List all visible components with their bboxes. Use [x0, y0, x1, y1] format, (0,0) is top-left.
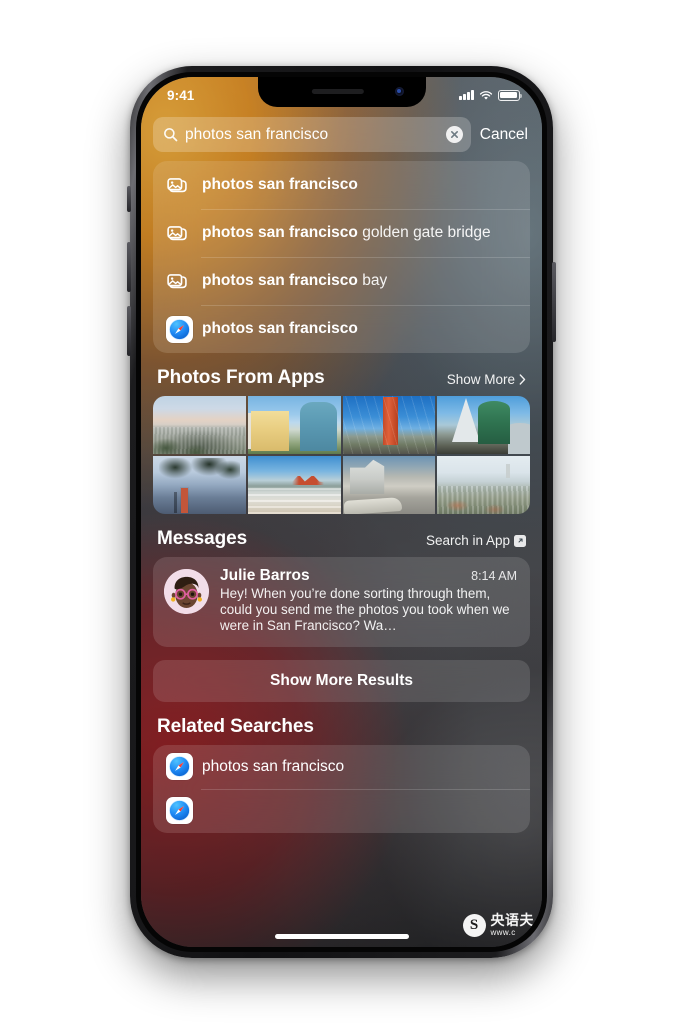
suggestion-label: photos san francisco	[202, 320, 358, 338]
avatar	[164, 569, 209, 614]
status-time: 9:41	[167, 87, 195, 103]
section-title: Photos From Apps	[157, 367, 325, 388]
related-searches-header: Related Searches	[151, 702, 532, 745]
message-header: Julie Barros 8:14 AM	[220, 567, 517, 585]
chevron-right-icon	[519, 374, 526, 385]
earpiece-speaker	[311, 89, 364, 94]
photo-thumbnail[interactable]	[247, 396, 341, 454]
section-title: Messages	[157, 528, 248, 549]
show-more-label: Show More	[446, 372, 515, 387]
cellular-signal-icon	[459, 90, 474, 100]
photos-section-header: Photos From Apps Show More	[151, 353, 532, 396]
photo-thumbnail[interactable]	[247, 456, 341, 514]
related-search-row[interactable]: photos san francisco	[153, 745, 530, 789]
watermark: S 央语夫 www.c	[462, 913, 535, 937]
photo-thumbnail[interactable]	[342, 396, 436, 454]
photo-thumbnail[interactable]	[437, 456, 530, 514]
screenshot-canvas: 9:41 photos san francisco Cancel photos …	[0, 0, 683, 1024]
photo-thumbnail[interactable]	[153, 456, 246, 514]
suggestion-bold-part: photos san francisco	[202, 224, 358, 241]
spotlight-search-results: photos san francisco Cancel photos san f…	[141, 107, 542, 947]
related-search-label: photos san francisco	[202, 757, 345, 775]
suggestion-row[interactable]: photos san francisco	[153, 161, 530, 209]
photos-stack-icon	[166, 174, 189, 197]
message-result-card[interactable]: Julie Barros 8:14 AM Hey! When you’re do…	[153, 557, 530, 647]
photos-stack-icon	[166, 222, 189, 245]
search-input-value: photos san francisco	[185, 125, 329, 143]
iphone-device-frame: 9:41 photos san francisco Cancel photos …	[127, 66, 556, 958]
search-suggestions-list: photos san francisco photos san francisc…	[153, 161, 530, 353]
wifi-icon	[479, 90, 493, 100]
suggestion-bold-part: photos san francisco	[202, 176, 358, 193]
silent-switch[interactable]	[127, 186, 131, 212]
safari-icon	[166, 753, 193, 781]
close-icon	[450, 130, 458, 139]
photo-thumbnail[interactable]	[437, 396, 530, 454]
memoji-avatar	[164, 569, 209, 614]
suggestion-row[interactable]: photos san francisco bay	[153, 257, 530, 305]
status-indicators	[459, 89, 523, 101]
volume-up-button[interactable]	[127, 242, 131, 292]
message-body: Julie Barros 8:14 AM Hey! When you’re do…	[220, 567, 517, 635]
search-in-app-button[interactable]: Search in App	[426, 533, 526, 550]
photo-thumbnail[interactable]	[342, 456, 436, 514]
message-sender: Julie Barros	[220, 567, 310, 584]
cancel-button[interactable]: Cancel	[480, 126, 530, 144]
show-more-photos-button[interactable]: Show More	[447, 372, 526, 389]
message-preview: Hey! When you’re done sorting through th…	[220, 586, 510, 634]
section-title: Related Searches	[157, 715, 314, 737]
device-screen: 9:41 photos san francisco Cancel photos …	[141, 77, 542, 947]
search-icon	[164, 128, 178, 142]
suggestion-label: photos san francisco bay	[202, 272, 387, 290]
related-searches-list: photos san francisco	[153, 744, 530, 833]
show-more-results-button[interactable]: Show More Results	[153, 659, 530, 702]
photo-thumbnail[interactable]	[153, 396, 246, 454]
suggestion-rest-part: golden gate bridge	[357, 224, 491, 241]
watermark-url: www.c	[490, 928, 516, 937]
clear-search-button[interactable]	[445, 126, 463, 143]
search-input[interactable]: photos san francisco	[153, 117, 471, 152]
search-in-app-label: Search in App	[425, 533, 510, 548]
safari-icon	[166, 797, 193, 825]
photos-stack-icon	[166, 270, 189, 293]
watermark-logo-icon: S	[462, 913, 486, 937]
watermark-name: 央语夫	[490, 912, 534, 928]
related-search-row[interactable]	[153, 788, 530, 833]
front-camera-icon	[394, 87, 404, 96]
home-indicator[interactable]	[274, 934, 409, 939]
battery-icon	[498, 89, 523, 101]
photo-results-grid	[153, 396, 530, 514]
suggestion-label: photos san francisco	[202, 176, 358, 194]
suggestion-row[interactable]: photos san francisco golden gate bridge	[153, 209, 530, 257]
message-timestamp: 8:14 AM	[471, 569, 517, 583]
search-bar-row: photos san francisco Cancel	[151, 107, 532, 161]
volume-down-button[interactable]	[127, 306, 131, 356]
suggestion-row[interactable]: photos san francisco	[153, 305, 530, 353]
suggestion-rest-part: bay	[357, 272, 388, 289]
external-link-icon	[514, 534, 526, 547]
suggestion-bold-part: photos san francisco	[202, 272, 358, 289]
suggestion-label: photos san francisco golden gate bridge	[202, 224, 491, 242]
side-power-button[interactable]	[552, 262, 556, 342]
suggestion-bold-part: photos san francisco	[202, 320, 358, 337]
watermark-text: 央语夫 www.c	[491, 913, 535, 937]
messages-section-header: Messages Search in App	[151, 514, 532, 557]
device-notch	[257, 77, 426, 107]
safari-icon	[166, 315, 193, 343]
